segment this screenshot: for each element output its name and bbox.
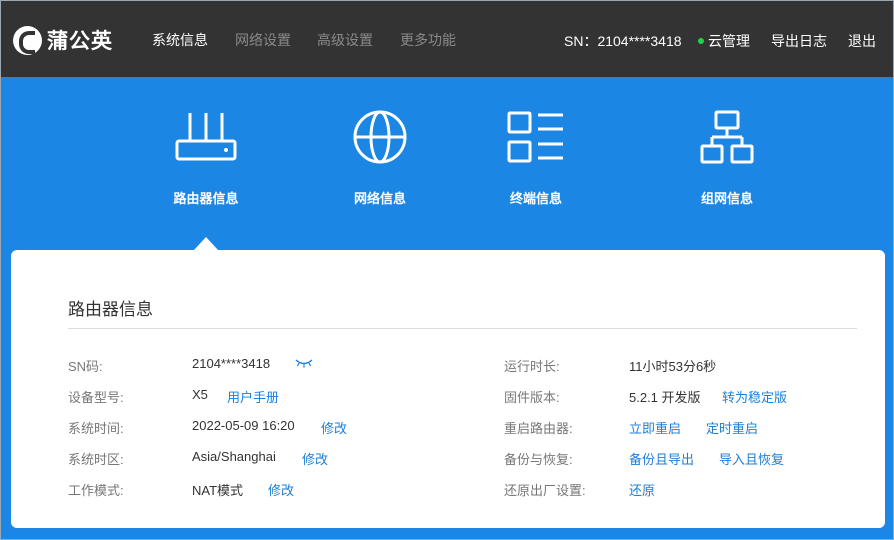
switch-stable-link[interactable]: 转为稳定版 — [722, 387, 787, 406]
category-label: 终端信息 — [509, 191, 562, 206]
brand-logo[interactable]: 蒲公英 — [13, 25, 113, 55]
work-mode-value: NAT模式 — [192, 483, 244, 498]
scheduled-reboot-link[interactable]: 定时重启 — [706, 418, 758, 437]
nav-advanced-settings[interactable]: 高级设置 — [317, 30, 373, 50]
work-mode-label: 工作模式: — [68, 483, 124, 498]
card-title: 路由器信息 — [68, 300, 153, 319]
firmware-value: 5.2.1 开发版 — [629, 390, 701, 405]
serial-number: SN：2104****3418 — [564, 33, 682, 49]
model-label: 设备型号: — [68, 390, 124, 405]
active-category-pointer — [194, 237, 218, 250]
eye-closed-icon[interactable] — [295, 356, 313, 374]
timezone-value: Asia/Shanghai — [192, 449, 276, 464]
network-tree-icon — [700, 110, 754, 164]
category-terminal-info[interactable]: 终端信息 — [476, 109, 596, 207]
edit-work-mode-link[interactable]: 修改 — [268, 480, 294, 499]
globe-icon — [353, 110, 407, 164]
sn-label: SN码: — [68, 359, 103, 374]
factory-reset-label: 还原出厂设置: — [504, 483, 586, 498]
category-networking-info[interactable]: 组网信息 — [667, 109, 787, 207]
model-value: X5 — [192, 387, 208, 402]
router-icon — [175, 113, 237, 161]
category-router-info[interactable]: 路由器信息 — [146, 109, 266, 207]
export-log-button[interactable]: 导出日志 — [771, 31, 827, 51]
brand-name: 蒲公英 — [47, 30, 113, 53]
logo-icon — [13, 25, 42, 55]
timezone-label: 系统时区: — [68, 452, 124, 467]
reboot-now-link[interactable]: 立即重启 — [629, 418, 681, 437]
edit-timezone-link[interactable]: 修改 — [302, 449, 328, 468]
edit-time-link[interactable]: 修改 — [321, 418, 347, 437]
nav-network-settings[interactable]: 网络设置 — [235, 30, 291, 50]
user-manual-link[interactable]: 用户手册 — [227, 387, 279, 406]
system-time-value: 2022-05-09 16:20 — [192, 418, 295, 433]
factory-reset-link[interactable]: 还原 — [629, 480, 655, 499]
category-label: 组网信息 — [700, 191, 753, 206]
sn-value: 2104****3418 — [192, 356, 271, 371]
router-info-card: 路由器信息 SN码: 2104****3418 设备型号: X5 用户手册 系统… — [11, 250, 885, 528]
uptime-value: 11小时53分6秒 — [629, 359, 717, 374]
import-restore-link[interactable]: 导入且恢复 — [719, 449, 784, 468]
uptime-label: 运行时长: — [504, 359, 560, 374]
category-label: 路由器信息 — [173, 191, 239, 206]
reboot-label: 重启路由器: — [504, 421, 573, 436]
nav-system-info[interactable]: 系统信息 — [152, 30, 208, 50]
top-header: 蒲公英 系统信息 网络设置 高级设置 更多功能 SN：2104****3418 … — [1, 1, 893, 77]
divider — [68, 328, 857, 329]
firmware-label: 固件版本: — [504, 390, 560, 405]
cloud-manage-label: 云管理 — [708, 33, 750, 49]
list-icon — [507, 111, 563, 163]
system-time-label: 系统时间: — [68, 421, 124, 436]
category-label: 网络信息 — [353, 191, 406, 206]
online-status-dot — [698, 38, 704, 45]
logout-button[interactable]: 退出 — [848, 31, 876, 51]
backup-export-link[interactable]: 备份且导出 — [629, 449, 694, 468]
category-network-info[interactable]: 网络信息 — [320, 109, 440, 207]
backup-label: 备份与恢复: — [504, 452, 573, 467]
cloud-manage-link[interactable]: 云管理 — [698, 31, 750, 51]
nav-more-features[interactable]: 更多功能 — [400, 30, 456, 50]
